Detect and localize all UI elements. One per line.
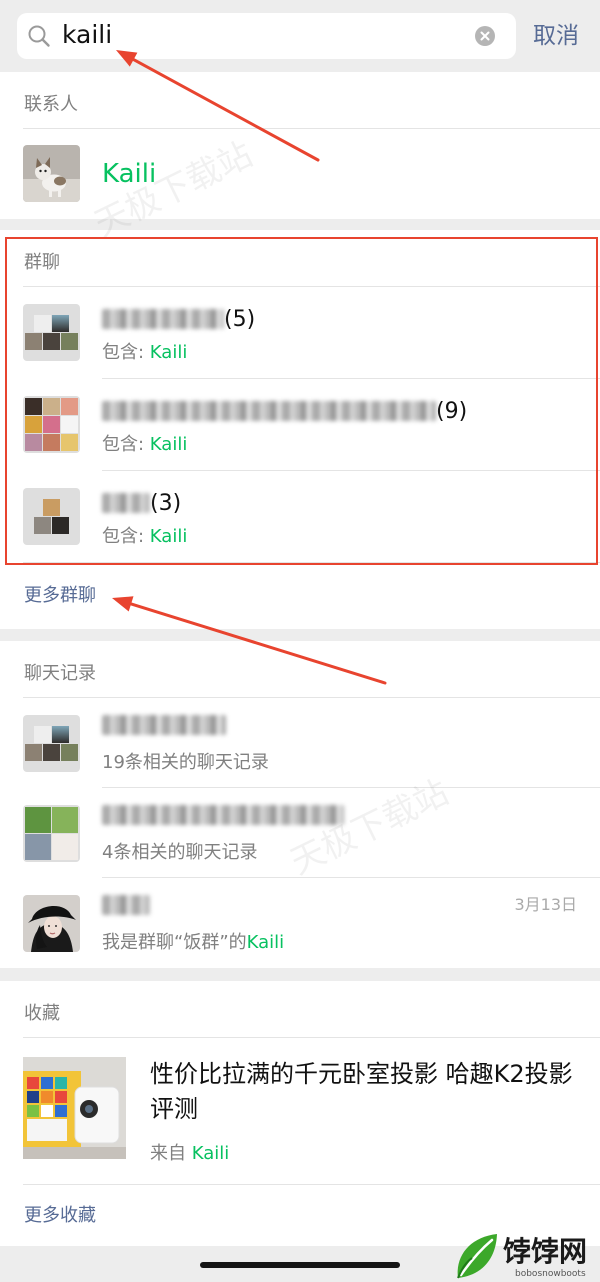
member-photo bbox=[52, 807, 78, 833]
group-match-line: 包含: Kaili bbox=[102, 339, 187, 367]
member-photo bbox=[43, 398, 60, 415]
member-photo bbox=[25, 834, 51, 860]
chat-record-row[interactable]: 3月13日 我是群聊“饭群”的Kaili bbox=[0, 878, 600, 968]
member-photo bbox=[43, 333, 60, 350]
blurred-chat-name bbox=[102, 895, 150, 915]
group-avatar bbox=[23, 304, 80, 361]
member-photo bbox=[25, 333, 42, 350]
section-header-chat-records: 聊天记录 bbox=[23, 641, 600, 698]
group-avatar bbox=[23, 396, 80, 453]
group-name: (5) bbox=[102, 304, 255, 334]
cancel-button[interactable]: 取消 bbox=[533, 13, 579, 59]
leaf-logo-icon bbox=[457, 1234, 497, 1279]
group-member-count: (9) bbox=[436, 398, 468, 424]
group-row[interactable]: (9) 包含: Kaili bbox=[0, 379, 600, 471]
chat-avatar bbox=[23, 805, 80, 862]
message-text: 我是群聊“饭群”的 bbox=[102, 932, 247, 953]
contact-name: Kaili bbox=[102, 159, 157, 189]
logo-text: 饽饽网 bbox=[503, 1235, 588, 1268]
section-header-groups: 群聊 bbox=[23, 230, 600, 287]
search-bar: kaili 取消 bbox=[0, 0, 600, 72]
chat-record-row[interactable]: 4条相关的聊天记录 bbox=[0, 788, 600, 878]
message-date: 3月13日 bbox=[514, 895, 577, 914]
group-name: (3) bbox=[102, 488, 181, 518]
chat-name bbox=[102, 890, 150, 920]
logo-subtext: bobosnowboots bbox=[515, 1269, 586, 1279]
group-row[interactable]: (3) 包含: Kaili bbox=[0, 471, 600, 563]
clear-icon[interactable] bbox=[475, 26, 495, 46]
group-row[interactable]: (5) 包含: Kaili bbox=[0, 287, 600, 379]
member-photo bbox=[43, 744, 60, 761]
group-member-count: (3) bbox=[150, 490, 182, 516]
chat-avatar bbox=[23, 715, 80, 772]
member-photo bbox=[52, 834, 78, 860]
blurred-group-name bbox=[102, 401, 436, 421]
member-photo bbox=[43, 499, 60, 516]
member-photo bbox=[34, 726, 51, 743]
member-photo bbox=[34, 517, 51, 534]
member-photo bbox=[43, 416, 60, 433]
match-keyword: Kaili bbox=[149, 434, 188, 455]
match-keyword: Kaili bbox=[149, 526, 188, 547]
member-photo bbox=[61, 744, 78, 761]
search-query: kaili bbox=[62, 20, 113, 49]
more-groups-link[interactable]: 更多群聊 bbox=[0, 563, 600, 629]
chat-name bbox=[102, 710, 226, 740]
member-photo bbox=[25, 398, 42, 415]
chat-record-count: 4条相关的聊天记录 bbox=[102, 842, 258, 863]
search-icon bbox=[28, 25, 50, 47]
projector-photo bbox=[23, 1057, 126, 1159]
home-indicator bbox=[200, 1262, 400, 1268]
group-member-count: (5) bbox=[224, 306, 256, 332]
section-header-favorites: 收藏 bbox=[23, 981, 600, 1038]
member-photo bbox=[43, 434, 60, 451]
contact-row[interactable]: Kaili bbox=[0, 129, 600, 219]
member-photo bbox=[25, 434, 42, 451]
chat-record-row[interactable]: 19条相关的聊天记录 bbox=[0, 698, 600, 788]
chat-record-count: 19条相关的聊天记录 bbox=[102, 752, 269, 773]
chat-records-section: 聊天记录 19条相关的聊天记录 4条相关的聊天记录 3月13日 我是群聊“饭群”… bbox=[0, 641, 600, 968]
section-header-contacts: 联系人 bbox=[23, 72, 600, 129]
match-label: 包含: bbox=[102, 342, 150, 363]
blurred-group-name bbox=[102, 493, 150, 513]
source-keyword: Kaili bbox=[191, 1143, 230, 1164]
member-photo bbox=[25, 807, 51, 833]
favorite-thumbnail bbox=[23, 1057, 126, 1159]
chat-message-preview: 我是群聊“饭群”的Kaili bbox=[102, 929, 284, 957]
member-photo bbox=[61, 434, 78, 451]
favorite-item[interactable]: 性价比拉满的千元卧室投影 哈趣K2投影评测 来自 Kaili bbox=[0, 1038, 600, 1185]
member-photo bbox=[52, 517, 69, 534]
member-photo bbox=[52, 315, 69, 332]
member-photo bbox=[61, 398, 78, 415]
member-photo bbox=[25, 416, 42, 433]
woman-hat-photo bbox=[23, 895, 80, 952]
blurred-chat-name bbox=[102, 805, 344, 825]
contact-avatar bbox=[23, 145, 80, 202]
kitten-photo bbox=[23, 145, 80, 202]
chat-avatar bbox=[23, 895, 80, 952]
member-photo bbox=[52, 726, 69, 743]
source-label: 来自 bbox=[150, 1143, 192, 1164]
group-match-line: 包含: Kaili bbox=[102, 523, 187, 551]
group-name: (9) bbox=[102, 396, 467, 426]
member-photo bbox=[34, 315, 51, 332]
search-input[interactable]: kaili bbox=[17, 13, 516, 59]
member-photo bbox=[61, 333, 78, 350]
group-avatar bbox=[23, 488, 80, 545]
message-keyword: Kaili bbox=[246, 932, 285, 953]
match-label: 包含: bbox=[102, 526, 150, 547]
match-label: 包含: bbox=[102, 434, 150, 455]
match-keyword: Kaili bbox=[149, 342, 188, 363]
member-photo bbox=[61, 416, 78, 433]
favorites-section: 收藏 性价比拉满的千元卧室投影 哈趣K2投影评测 来自 Kaili 更多收藏 bbox=[0, 981, 600, 1246]
chat-name bbox=[102, 800, 344, 830]
contacts-section: 联系人 Kaili bbox=[0, 72, 600, 219]
group-match-line: 包含: Kaili bbox=[102, 431, 187, 459]
blurred-chat-name bbox=[102, 715, 226, 735]
member-photo bbox=[25, 744, 42, 761]
favorite-source: 来自 Kaili bbox=[150, 1141, 229, 1167]
favorite-title: 性价比拉满的千元卧室投影 哈趣K2投影评测 bbox=[150, 1060, 573, 1123]
blurred-group-name bbox=[102, 309, 224, 329]
groups-section: 群聊 (5) 包含: Kaili (9) 包含: Kaili (3) 包含: K… bbox=[0, 230, 600, 629]
